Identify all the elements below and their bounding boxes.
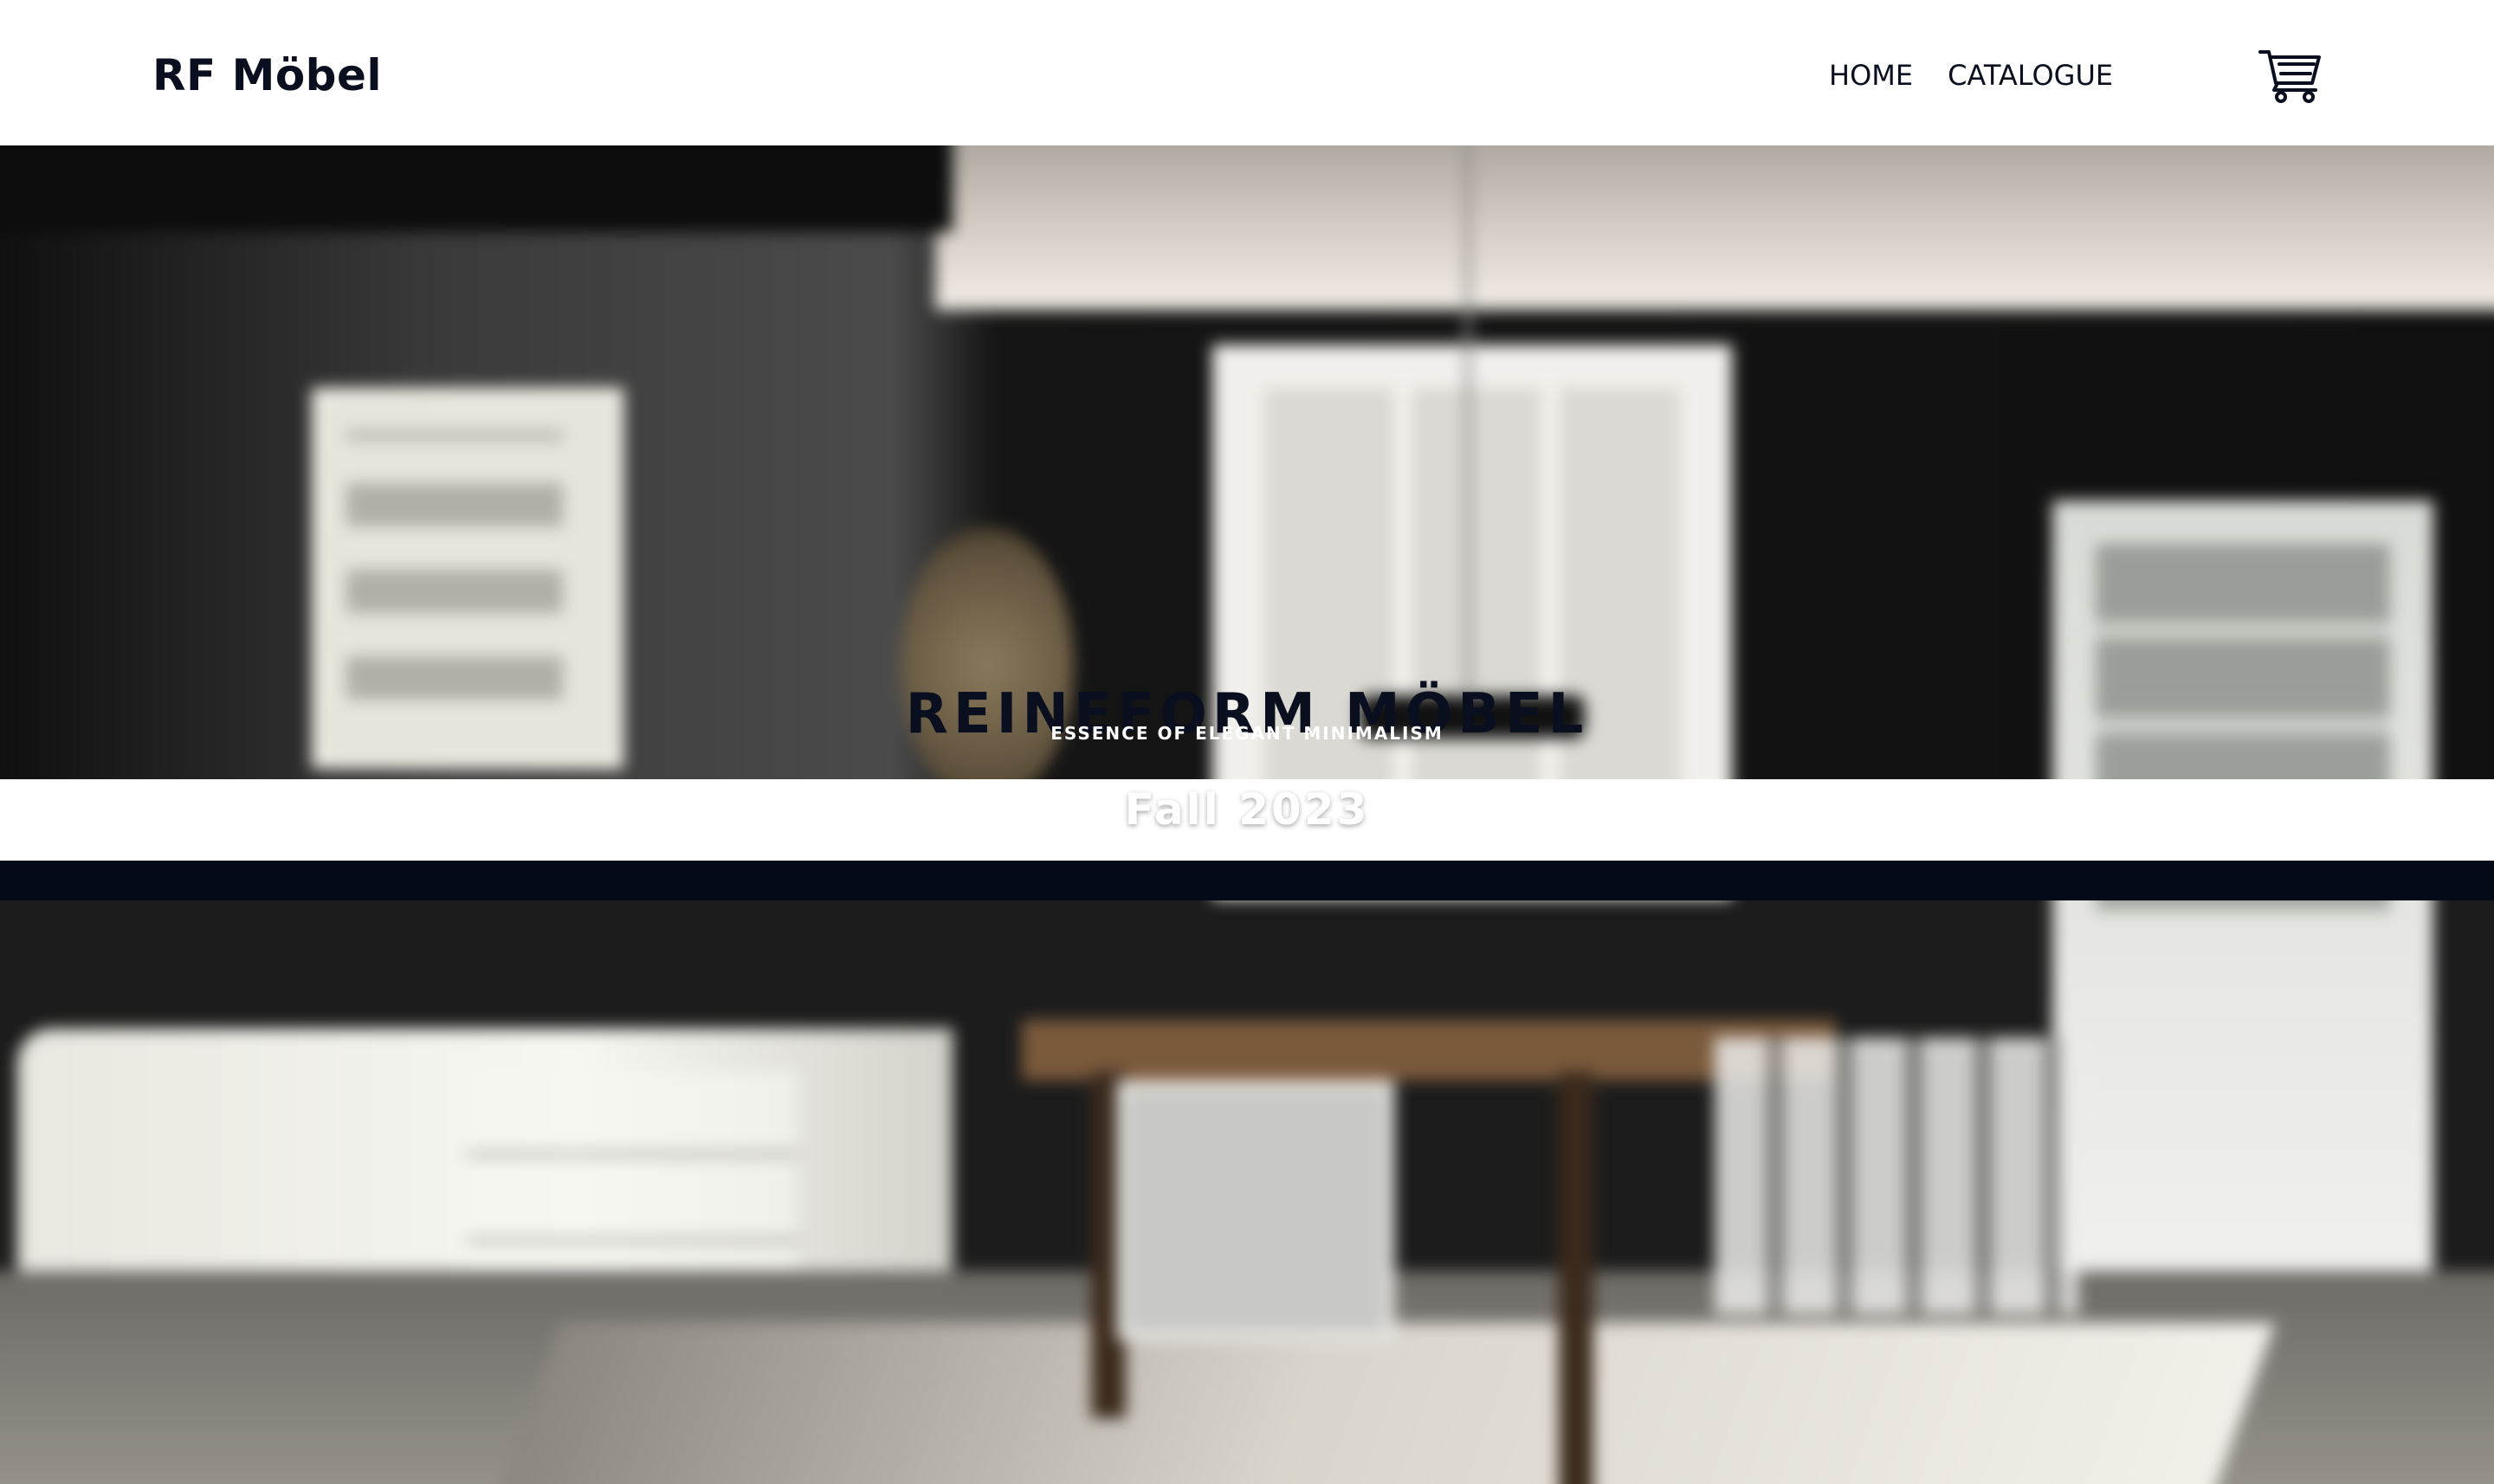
- main-nav: HOME CATALOGUE: [1829, 55, 2113, 95]
- pendant-cord: [1465, 145, 1470, 700]
- nav-home-link[interactable]: HOME: [1829, 55, 1913, 95]
- chairs-right: [1715, 1037, 2078, 1314]
- hero-season: Fall 2023: [1124, 784, 1370, 835]
- dining-table-leg-right: [1559, 1072, 1593, 1484]
- rug: [478, 1323, 2276, 1484]
- wall-art-grid: [346, 431, 563, 700]
- shopping-cart-icon[interactable]: [2258, 45, 2324, 104]
- chair-front: [1117, 1081, 1394, 1340]
- ceiling-panel: [935, 145, 2494, 310]
- site-header: RF Möbel HOME CATALOGUE: [0, 0, 2494, 145]
- page: RF Möbel HOME CATALOGUE REINEFORM MÖBEL …: [0, 0, 2494, 1484]
- round-mirror: [901, 526, 1074, 803]
- dining-table-top: [1022, 1020, 1836, 1081]
- nav-catalogue-link[interactable]: CATALOGUE: [1948, 55, 2113, 95]
- brand-logo[interactable]: RF Möbel: [152, 45, 382, 106]
- hero-tagline-strip: [0, 861, 2494, 900]
- ceiling-dark: [0, 145, 953, 232]
- hero-tagline: ESSENCE OF ELEGANT MINIMALISM: [1050, 723, 1444, 744]
